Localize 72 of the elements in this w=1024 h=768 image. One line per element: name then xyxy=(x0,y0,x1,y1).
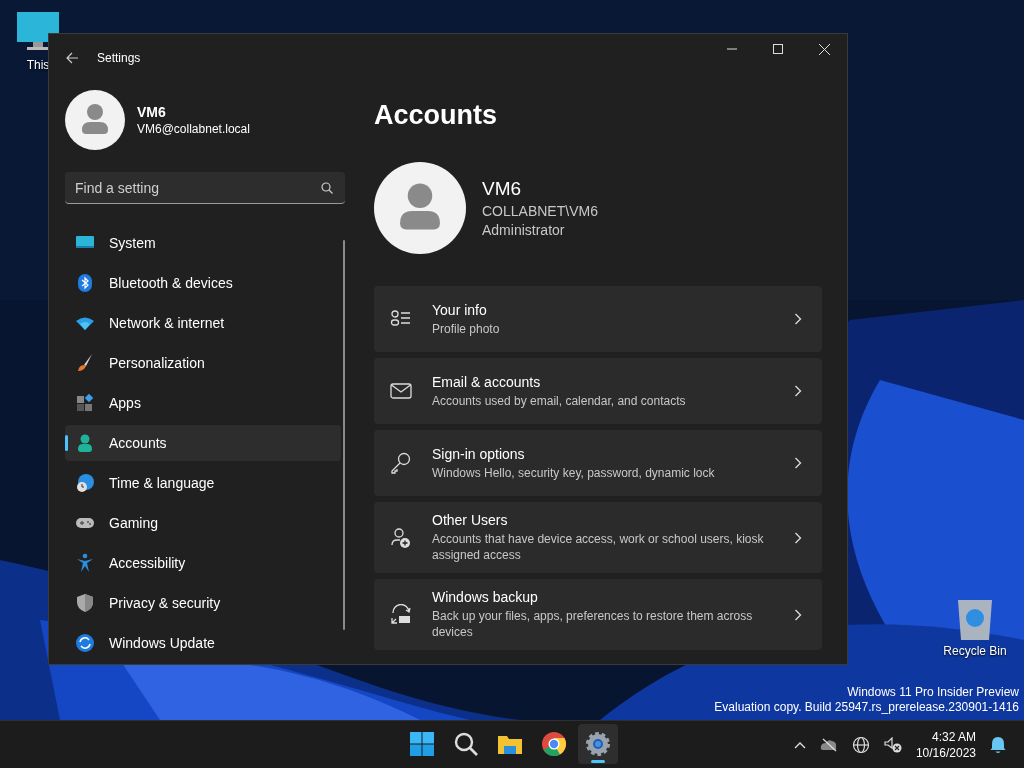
settings-card[interactable]: Windows backup Back up your files, apps, preferences to restore them across devices xyxy=(374,579,822,650)
card-description: Profile photo xyxy=(432,320,501,337)
speaker-muted-icon[interactable] xyxy=(883,736,902,753)
nav-item[interactable]: Accounts xyxy=(65,425,341,461)
nav-item[interactable]: Apps xyxy=(65,385,341,421)
gear-icon xyxy=(585,731,611,757)
accessibility-icon xyxy=(75,553,95,573)
shield-icon xyxy=(75,593,95,613)
settings-card[interactable]: Sign-in options Windows Hello, security key, password, dynamic lock xyxy=(374,430,822,496)
build-info-text: Evaluation copy. Build 25947.rs_prerelease.230901-1416 xyxy=(714,700,1019,715)
card-description: Accounts that have device access, work or school users, kiosk assigned access xyxy=(432,531,765,563)
desktop-icon-label[interactable]: This xyxy=(26,58,50,72)
search-icon xyxy=(453,731,479,757)
envelope-icon xyxy=(390,380,412,402)
chevron-right-icon xyxy=(794,313,802,325)
nav-item[interactable]: Privacy & security xyxy=(65,585,341,621)
page-title: Accounts xyxy=(374,100,499,132)
profile-name: VM6 xyxy=(137,104,167,120)
nav-item[interactable]: Personalization xyxy=(65,345,341,381)
nav-item[interactable]: Network & internet xyxy=(65,305,341,341)
maximize-icon xyxy=(773,44,783,54)
card-description: Accounts used by email, calendar, and contacts xyxy=(432,392,687,409)
settings-card[interactable]: Email & accounts Accounts used by email, calendar, and contacts xyxy=(374,358,822,424)
browser-icon xyxy=(541,731,567,757)
avatar-icon xyxy=(374,162,466,254)
desktop-icon-label[interactable]: Recycle Bin xyxy=(943,644,1007,658)
user-name: VM6 xyxy=(482,178,523,200)
avatar-icon xyxy=(65,90,125,150)
settings-card[interactable]: Your info Profile photo xyxy=(374,286,822,352)
nav-item[interactable]: Time & language xyxy=(65,465,341,501)
bell-icon[interactable] xyxy=(990,735,1006,754)
chevron-right-icon xyxy=(794,531,802,544)
card-description: Windows Hello, security key, password, dynamic lock xyxy=(432,464,716,481)
person-icon xyxy=(75,433,95,453)
card-title: Sign-in options xyxy=(432,445,526,462)
clock[interactable]: 4:32 AM 10/16/2023 xyxy=(915,728,976,761)
globe-icon[interactable] xyxy=(851,735,870,754)
backup-icon xyxy=(390,603,412,626)
apps-icon xyxy=(75,393,95,413)
search-field[interactable]: Find a setting xyxy=(65,172,345,204)
update-icon xyxy=(75,633,95,653)
card-description: Back up your files, apps, preferences to restore them across devices xyxy=(432,608,754,640)
bluetooth-icon xyxy=(75,273,95,293)
nav-item[interactable]: Accessibility xyxy=(65,545,341,581)
card-title: Other Users xyxy=(432,512,509,528)
chevron-right-icon xyxy=(794,457,802,469)
chevron-right-icon xyxy=(794,608,802,621)
card-title: Email & accounts xyxy=(432,373,542,390)
settings-card[interactable]: Other Users Accounts that have device access, work or school users, kiosk assigned access xyxy=(374,502,822,573)
close-icon xyxy=(818,43,830,55)
cloud-off-icon[interactable] xyxy=(819,737,838,752)
card-title: Your info xyxy=(432,301,488,318)
globe-clock-icon xyxy=(75,473,95,493)
chevron-up-icon[interactable] xyxy=(793,740,806,749)
date-text: 10/16/2023 xyxy=(915,744,976,761)
chevron-right-icon xyxy=(794,385,802,397)
search-icon xyxy=(321,182,333,194)
time-text: 4:32 AM xyxy=(931,728,976,745)
nav-item[interactable]: Bluetooth & devices xyxy=(65,265,341,301)
back-arrow-icon xyxy=(65,51,79,65)
build-info-text: Windows 11 Pro Insider Preview xyxy=(847,685,1019,700)
card-title: Windows backup xyxy=(432,589,539,605)
user-domain: COLLABNET\VM6 xyxy=(482,203,598,219)
key-icon xyxy=(390,452,412,474)
windows-logo-icon xyxy=(409,731,435,757)
profile-email: VM6@collabnet.local xyxy=(137,122,250,136)
settings-app-button[interactable] xyxy=(578,724,618,764)
nav-item[interactable]: System xyxy=(65,225,341,261)
nav-item[interactable]: Gaming xyxy=(65,505,341,541)
user-role: Administrator xyxy=(482,222,566,238)
window-title: Settings xyxy=(97,51,141,65)
person-add-icon xyxy=(390,526,412,549)
